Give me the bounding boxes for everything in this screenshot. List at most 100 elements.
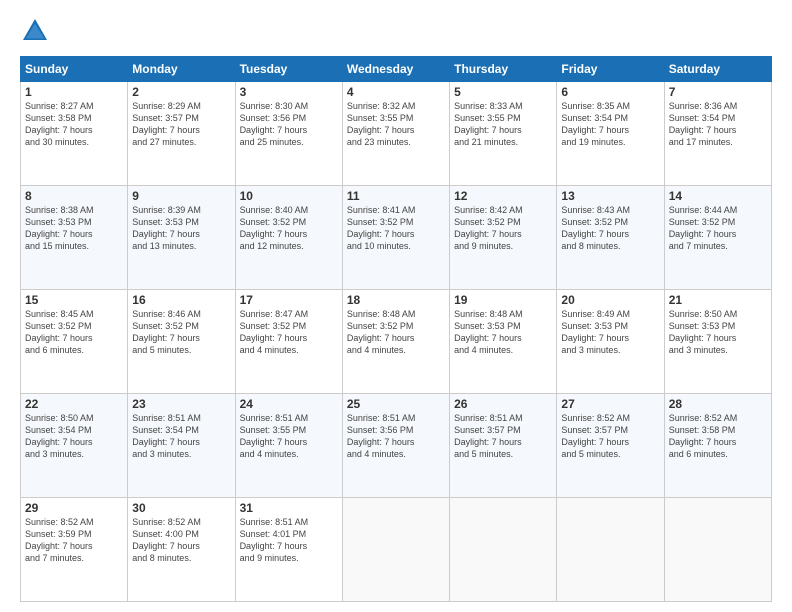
day-info: Sunrise: 8:51 AMSunset: 3:55 PMDaylight:… [240, 412, 338, 461]
day-number: 27 [561, 397, 659, 411]
day-cell: 23Sunrise: 8:51 AMSunset: 3:54 PMDayligh… [128, 394, 235, 498]
day-cell: 21Sunrise: 8:50 AMSunset: 3:53 PMDayligh… [664, 290, 771, 394]
day-cell: 30Sunrise: 8:52 AMSunset: 4:00 PMDayligh… [128, 498, 235, 602]
day-info: Sunrise: 8:32 AMSunset: 3:55 PMDaylight:… [347, 100, 445, 149]
day-cell: 2Sunrise: 8:29 AMSunset: 3:57 PMDaylight… [128, 82, 235, 186]
day-number: 8 [25, 189, 123, 203]
day-cell: 28Sunrise: 8:52 AMSunset: 3:58 PMDayligh… [664, 394, 771, 498]
week-row-1: 1Sunrise: 8:27 AMSunset: 3:58 PMDaylight… [21, 82, 772, 186]
day-number: 25 [347, 397, 445, 411]
day-info: Sunrise: 8:40 AMSunset: 3:52 PMDaylight:… [240, 204, 338, 253]
page: SundayMondayTuesdayWednesdayThursdayFrid… [0, 0, 792, 612]
day-number: 13 [561, 189, 659, 203]
day-info: Sunrise: 8:52 AMSunset: 4:00 PMDaylight:… [132, 516, 230, 565]
weekday-header-wednesday: Wednesday [342, 57, 449, 82]
day-cell [342, 498, 449, 602]
day-info: Sunrise: 8:43 AMSunset: 3:52 PMDaylight:… [561, 204, 659, 253]
day-number: 20 [561, 293, 659, 307]
day-cell [450, 498, 557, 602]
day-cell [664, 498, 771, 602]
day-cell: 1Sunrise: 8:27 AMSunset: 3:58 PMDaylight… [21, 82, 128, 186]
day-info: Sunrise: 8:27 AMSunset: 3:58 PMDaylight:… [25, 100, 123, 149]
day-number: 23 [132, 397, 230, 411]
day-number: 5 [454, 85, 552, 99]
day-number: 11 [347, 189, 445, 203]
day-cell: 17Sunrise: 8:47 AMSunset: 3:52 PMDayligh… [235, 290, 342, 394]
day-info: Sunrise: 8:36 AMSunset: 3:54 PMDaylight:… [669, 100, 767, 149]
header [20, 16, 772, 46]
day-info: Sunrise: 8:29 AMSunset: 3:57 PMDaylight:… [132, 100, 230, 149]
day-info: Sunrise: 8:51 AMSunset: 4:01 PMDaylight:… [240, 516, 338, 565]
day-number: 9 [132, 189, 230, 203]
day-number: 6 [561, 85, 659, 99]
day-info: Sunrise: 8:45 AMSunset: 3:52 PMDaylight:… [25, 308, 123, 357]
week-row-5: 29Sunrise: 8:52 AMSunset: 3:59 PMDayligh… [21, 498, 772, 602]
day-info: Sunrise: 8:48 AMSunset: 3:52 PMDaylight:… [347, 308, 445, 357]
day-info: Sunrise: 8:50 AMSunset: 3:54 PMDaylight:… [25, 412, 123, 461]
day-info: Sunrise: 8:38 AMSunset: 3:53 PMDaylight:… [25, 204, 123, 253]
day-info: Sunrise: 8:35 AMSunset: 3:54 PMDaylight:… [561, 100, 659, 149]
day-cell: 16Sunrise: 8:46 AMSunset: 3:52 PMDayligh… [128, 290, 235, 394]
day-cell: 31Sunrise: 8:51 AMSunset: 4:01 PMDayligh… [235, 498, 342, 602]
day-number: 16 [132, 293, 230, 307]
day-cell: 4Sunrise: 8:32 AMSunset: 3:55 PMDaylight… [342, 82, 449, 186]
day-info: Sunrise: 8:50 AMSunset: 3:53 PMDaylight:… [669, 308, 767, 357]
calendar-table: SundayMondayTuesdayWednesdayThursdayFrid… [20, 56, 772, 602]
day-number: 10 [240, 189, 338, 203]
day-info: Sunrise: 8:41 AMSunset: 3:52 PMDaylight:… [347, 204, 445, 253]
day-info: Sunrise: 8:42 AMSunset: 3:52 PMDaylight:… [454, 204, 552, 253]
weekday-header-monday: Monday [128, 57, 235, 82]
day-number: 4 [347, 85, 445, 99]
day-info: Sunrise: 8:44 AMSunset: 3:52 PMDaylight:… [669, 204, 767, 253]
week-row-2: 8Sunrise: 8:38 AMSunset: 3:53 PMDaylight… [21, 186, 772, 290]
day-number: 26 [454, 397, 552, 411]
day-number: 19 [454, 293, 552, 307]
day-number: 29 [25, 501, 123, 515]
day-number: 24 [240, 397, 338, 411]
weekday-header-sunday: Sunday [21, 57, 128, 82]
day-number: 1 [25, 85, 123, 99]
day-number: 21 [669, 293, 767, 307]
day-cell: 6Sunrise: 8:35 AMSunset: 3:54 PMDaylight… [557, 82, 664, 186]
week-row-3: 15Sunrise: 8:45 AMSunset: 3:52 PMDayligh… [21, 290, 772, 394]
weekday-header-row: SundayMondayTuesdayWednesdayThursdayFrid… [21, 57, 772, 82]
day-number: 28 [669, 397, 767, 411]
day-info: Sunrise: 8:52 AMSunset: 3:59 PMDaylight:… [25, 516, 123, 565]
day-info: Sunrise: 8:30 AMSunset: 3:56 PMDaylight:… [240, 100, 338, 149]
day-number: 14 [669, 189, 767, 203]
day-number: 18 [347, 293, 445, 307]
day-info: Sunrise: 8:52 AMSunset: 3:57 PMDaylight:… [561, 412, 659, 461]
day-info: Sunrise: 8:48 AMSunset: 3:53 PMDaylight:… [454, 308, 552, 357]
day-cell: 13Sunrise: 8:43 AMSunset: 3:52 PMDayligh… [557, 186, 664, 290]
weekday-header-thursday: Thursday [450, 57, 557, 82]
day-number: 12 [454, 189, 552, 203]
day-number: 22 [25, 397, 123, 411]
day-cell: 12Sunrise: 8:42 AMSunset: 3:52 PMDayligh… [450, 186, 557, 290]
day-cell: 14Sunrise: 8:44 AMSunset: 3:52 PMDayligh… [664, 186, 771, 290]
day-cell [557, 498, 664, 602]
day-info: Sunrise: 8:51 AMSunset: 3:54 PMDaylight:… [132, 412, 230, 461]
day-info: Sunrise: 8:51 AMSunset: 3:57 PMDaylight:… [454, 412, 552, 461]
day-number: 2 [132, 85, 230, 99]
day-number: 17 [240, 293, 338, 307]
weekday-header-tuesday: Tuesday [235, 57, 342, 82]
day-cell: 11Sunrise: 8:41 AMSunset: 3:52 PMDayligh… [342, 186, 449, 290]
day-number: 7 [669, 85, 767, 99]
day-info: Sunrise: 8:51 AMSunset: 3:56 PMDaylight:… [347, 412, 445, 461]
day-number: 3 [240, 85, 338, 99]
day-cell: 15Sunrise: 8:45 AMSunset: 3:52 PMDayligh… [21, 290, 128, 394]
day-cell: 5Sunrise: 8:33 AMSunset: 3:55 PMDaylight… [450, 82, 557, 186]
day-cell: 24Sunrise: 8:51 AMSunset: 3:55 PMDayligh… [235, 394, 342, 498]
day-number: 30 [132, 501, 230, 515]
weekday-header-saturday: Saturday [664, 57, 771, 82]
day-cell: 18Sunrise: 8:48 AMSunset: 3:52 PMDayligh… [342, 290, 449, 394]
day-info: Sunrise: 8:52 AMSunset: 3:58 PMDaylight:… [669, 412, 767, 461]
day-info: Sunrise: 8:46 AMSunset: 3:52 PMDaylight:… [132, 308, 230, 357]
day-info: Sunrise: 8:47 AMSunset: 3:52 PMDaylight:… [240, 308, 338, 357]
day-info: Sunrise: 8:33 AMSunset: 3:55 PMDaylight:… [454, 100, 552, 149]
day-cell: 25Sunrise: 8:51 AMSunset: 3:56 PMDayligh… [342, 394, 449, 498]
day-number: 31 [240, 501, 338, 515]
day-cell: 22Sunrise: 8:50 AMSunset: 3:54 PMDayligh… [21, 394, 128, 498]
day-number: 15 [25, 293, 123, 307]
day-cell: 7Sunrise: 8:36 AMSunset: 3:54 PMDaylight… [664, 82, 771, 186]
